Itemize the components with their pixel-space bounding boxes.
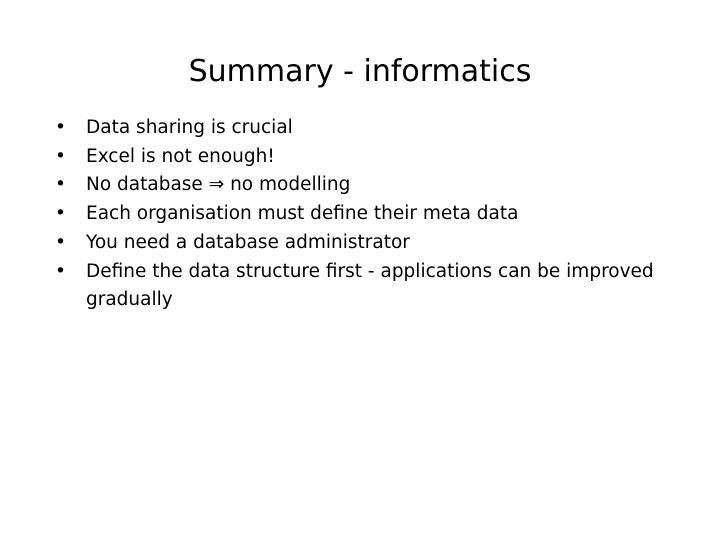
list-item-label: Each organisation must define their meta… bbox=[86, 203, 519, 225]
list-item: • Each organisation must define their me… bbox=[50, 200, 670, 229]
page-title: Summary - informatics bbox=[188, 54, 532, 89]
bullet-point-icon: • bbox=[55, 231, 66, 253]
list-item: • No database ⇒ no modelling bbox=[50, 171, 670, 200]
bullet-point-icon: • bbox=[55, 117, 66, 138]
list-item: • Data sharing is crucial bbox=[50, 114, 670, 143]
bullet-point-icon: • bbox=[55, 145, 66, 167]
list-item-label: Data sharing is crucial bbox=[86, 117, 293, 138]
list-item: • Excel is not enough! bbox=[50, 143, 670, 172]
list-item-label: No database ⇒ no modelling bbox=[86, 174, 351, 196]
list-item: • Define the data structure first - appl… bbox=[50, 258, 670, 315]
list-item-label: You need a database administrator bbox=[86, 231, 410, 253]
bullet-point-icon: • bbox=[55, 203, 66, 225]
bullet-list: • Data sharing is crucial • Excel is not… bbox=[50, 114, 670, 315]
bullet-point-icon: • bbox=[55, 260, 66, 282]
list-item-label: Define the data structure first - applic… bbox=[86, 260, 654, 311]
bullet-point-icon: • bbox=[55, 174, 66, 196]
list-item: • You need a database administrator bbox=[50, 229, 670, 258]
slide: Summary - informatics • Data sharing is … bbox=[0, 0, 720, 540]
list-item-label: Excel is not enough! bbox=[86, 145, 275, 167]
